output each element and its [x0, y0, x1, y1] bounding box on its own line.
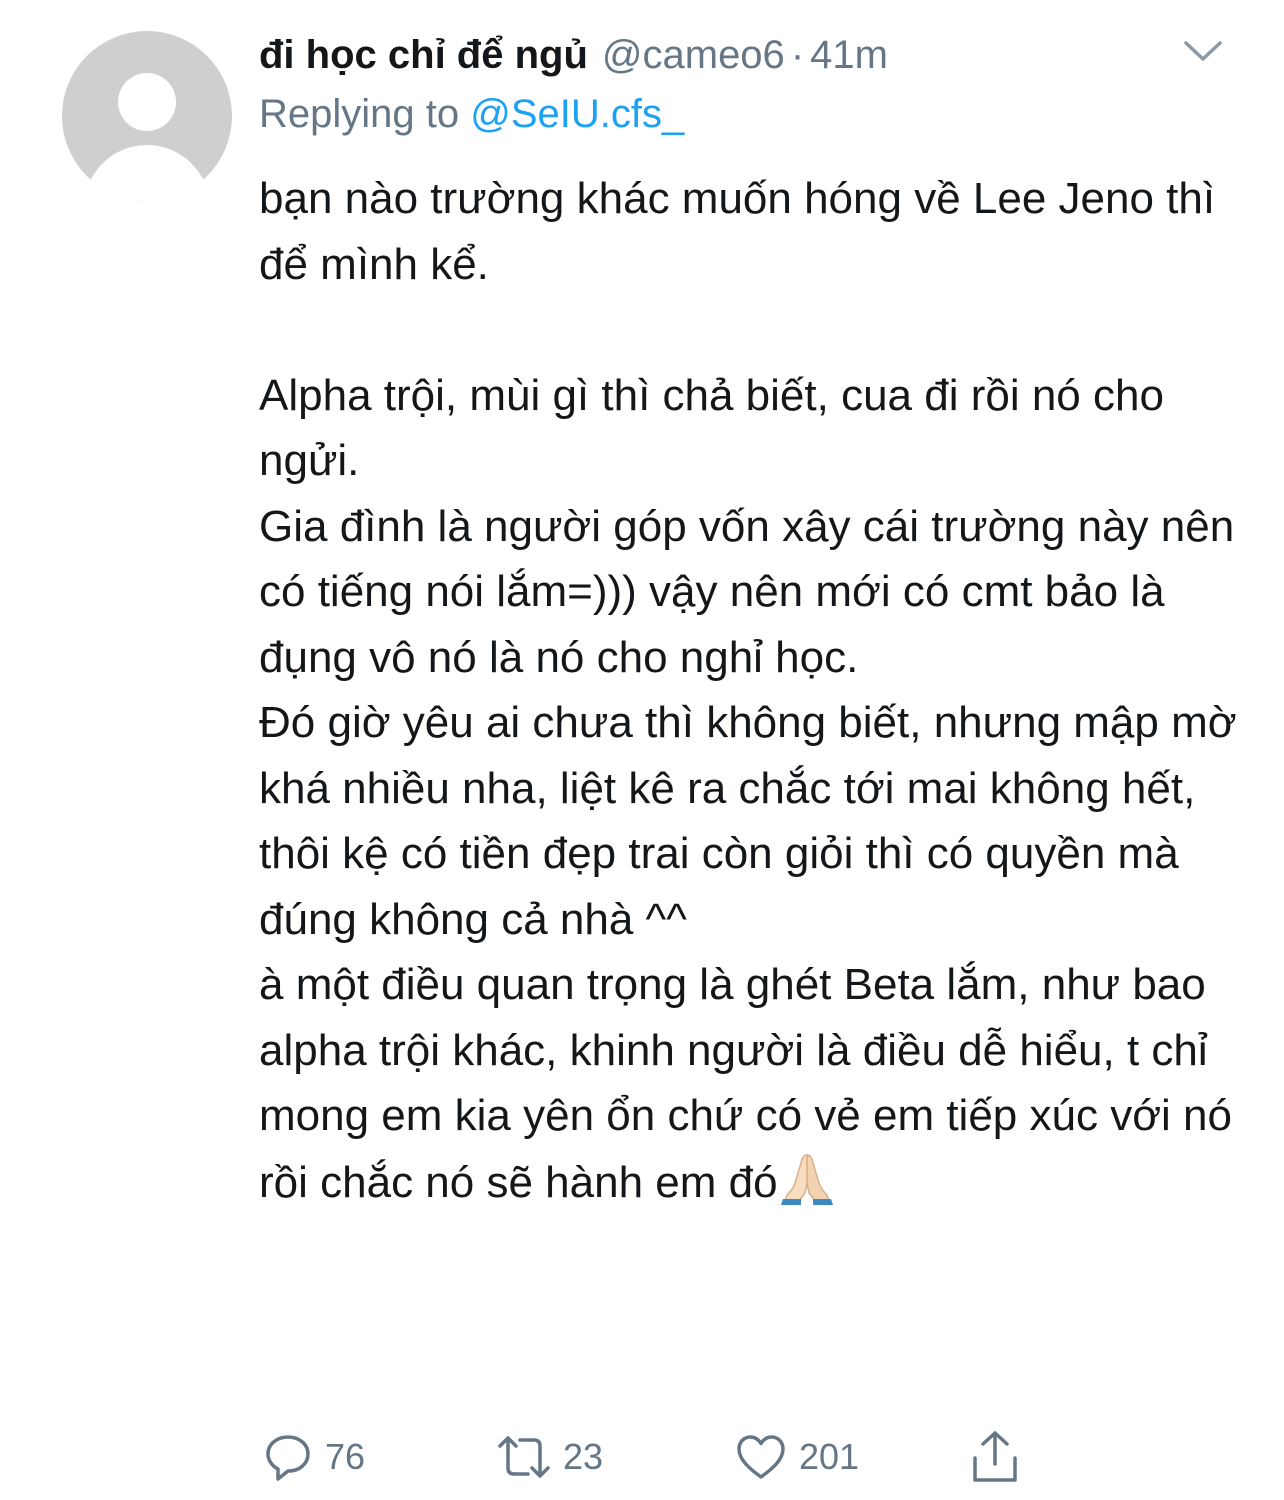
like-button[interactable]: 201	[735, 1425, 859, 1489]
display-name[interactable]: đi học chỉ để ngủ	[259, 33, 588, 78]
reply-icon	[263, 1432, 313, 1482]
tweet-paragraph: Đó giờ yêu ai chưa thì không biết, nhưng…	[259, 698, 1237, 944]
chevron-down-icon[interactable]	[1182, 36, 1224, 66]
avatar-head-shape	[118, 73, 176, 131]
tweet-paragraph-last: à một điều quan trọng là ghét Beta lắm, …	[259, 952, 1239, 1215]
avatar[interactable]	[62, 31, 232, 201]
tweet-paragraph-text: à một điều quan trọng là ghét Beta lắm, …	[259, 960, 1232, 1207]
avatar-body-shape	[84, 145, 210, 201]
like-count: 201	[799, 1436, 860, 1477]
replying-to-mention[interactable]: @SeIU.cfs_	[470, 92, 684, 136]
retweet-icon	[497, 1432, 551, 1482]
replying-to-line: Replying to @SeIU.cfs_	[259, 92, 684, 137]
tweet-paragraph: Gia đình là người góp vốn xây cái trường…	[259, 501, 1235, 682]
heart-icon	[735, 1433, 787, 1481]
user-handle[interactable]: @cameo6	[602, 33, 785, 78]
retweet-button[interactable]: 23	[497, 1425, 603, 1489]
separator-dot: ·	[790, 32, 805, 77]
tweet-paragraph: Alpha trội, mùi gì thì chả biết, cua đi …	[259, 370, 1164, 486]
tweet-paragraph: bạn nào trường khác muốn hóng về Lee Jen…	[259, 174, 1216, 289]
tweet-header: đi học chỉ để ngủ @cameo6 · 41m	[259, 28, 888, 82]
tweet-timestamp[interactable]: 41m	[810, 33, 888, 78]
share-icon	[969, 1430, 1021, 1484]
replying-to-label: Replying to	[259, 92, 460, 136]
retweet-count: 23	[563, 1436, 604, 1477]
share-button[interactable]	[969, 1425, 1021, 1489]
folded-hands-emoji	[778, 1149, 836, 1205]
reply-count: 76	[325, 1436, 366, 1477]
reply-button[interactable]: 76	[263, 1425, 365, 1489]
tweet-text: bạn nào trường khác muốn hóng về Lee Jen…	[259, 166, 1239, 1215]
tweet-actions-bar: 76 23 201	[259, 1425, 1239, 1489]
